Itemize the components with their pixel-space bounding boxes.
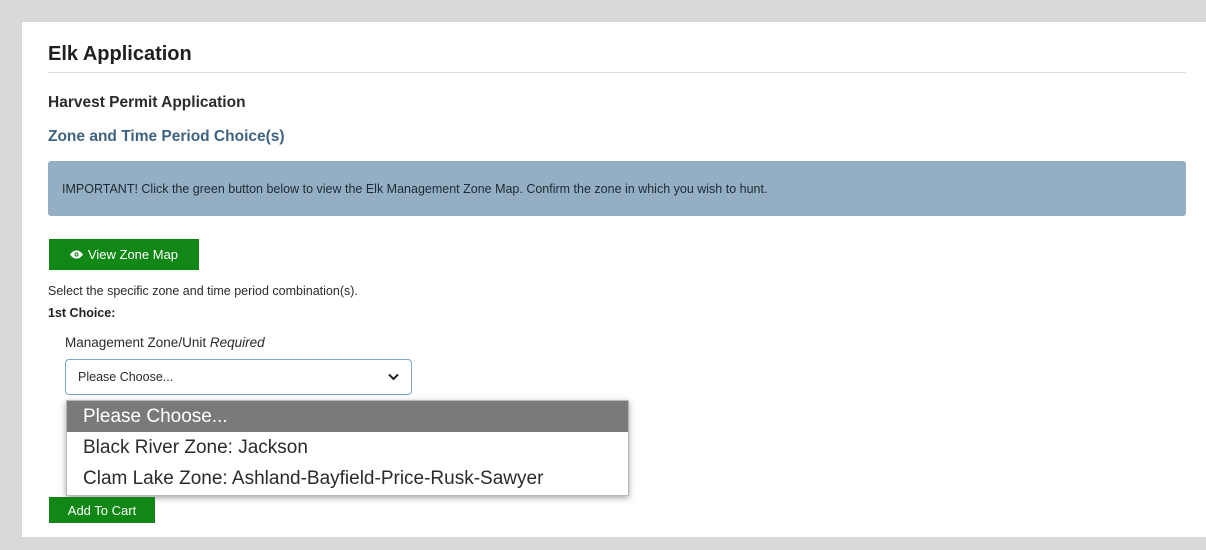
chevron-down-icon [388, 373, 399, 381]
management-zone-select[interactable]: Please Choose... [65, 359, 412, 395]
page-title: Elk Application [48, 43, 192, 65]
zone-section-heading: Zone and Time Period Choice(s) [48, 128, 285, 145]
permit-heading: Harvest Permit Application [48, 94, 246, 111]
view-zone-map-label: View Zone Map [87, 247, 179, 262]
management-zone-label-text: Management Zone/Unit [65, 335, 207, 350]
first-choice-label: 1st Choice: [48, 306, 116, 320]
dropdown-option[interactable]: Please Choose... [67, 401, 628, 432]
instructions-text: Select the specific zone and time period… [48, 284, 358, 298]
dropdown-option[interactable]: Clam Lake Zone: Ashland-Bayfield-Price-R… [67, 463, 628, 494]
select-value: Please Choose... [78, 370, 174, 384]
eye-icon [69, 250, 83, 259]
required-marker: Required [209, 335, 265, 350]
alert-text: IMPORTANT! Click the green button below … [62, 181, 768, 196]
title-divider [48, 72, 1186, 73]
view-zone-map-button[interactable]: View Zone Map [49, 239, 199, 270]
dropdown-option[interactable]: Black River Zone: Jackson [67, 432, 628, 463]
important-alert: IMPORTANT! Click the green button below … [48, 161, 1186, 216]
management-zone-label: Management Zone/Unit Required [65, 335, 265, 350]
zone-dropdown-list: Please Choose... Black River Zone: Jacks… [66, 400, 629, 496]
application-card: Elk Application Harvest Permit Applicati… [22, 22, 1206, 537]
add-to-cart-button[interactable]: Add To Cart [49, 497, 155, 523]
